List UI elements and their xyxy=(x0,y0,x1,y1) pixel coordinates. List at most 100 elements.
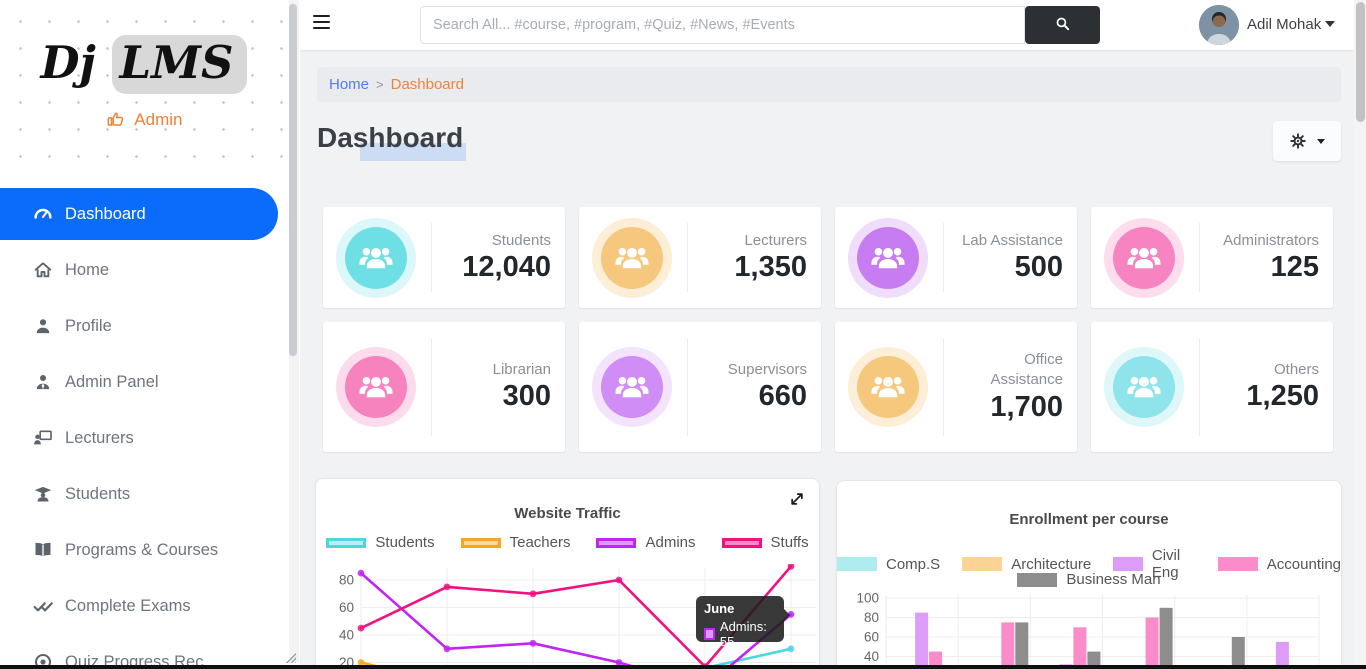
svg-text:40: 40 xyxy=(339,628,354,643)
sidebar-item-label: Home xyxy=(65,261,109,280)
sidebar: Dj LMS Admin Dashboard Home Profile Admin P… xyxy=(0,0,300,669)
legend-label: Admins xyxy=(645,534,695,551)
legend-item-comp-s[interactable]: Comp.S xyxy=(837,556,940,573)
line-chart-legend: Students Teachers Admins Stuffs xyxy=(316,534,819,551)
sidebar-item-label: Admin Panel xyxy=(65,373,159,392)
stat-label: Supervisors xyxy=(728,360,807,380)
legend-label: Architecture xyxy=(1011,556,1091,573)
legend-swatch xyxy=(1218,557,1258,571)
avatar-photo xyxy=(1199,5,1239,45)
sidebar-item-home[interactable]: Home xyxy=(0,242,288,298)
search-input[interactable] xyxy=(420,6,1025,44)
legend-swatch xyxy=(326,538,366,548)
sidebar-scrollbar-thumb[interactable] xyxy=(289,4,297,356)
legend-item-business-man[interactable]: Business Man xyxy=(1017,571,1160,588)
users-group-icon xyxy=(857,356,919,418)
user-tie-icon xyxy=(33,372,53,392)
stat-value: 500 xyxy=(1015,251,1063,284)
svg-text:60: 60 xyxy=(864,630,879,645)
logo-badge: LMS xyxy=(112,35,248,94)
page-scrollbar[interactable] xyxy=(1354,0,1366,669)
thumb-up-icon xyxy=(106,110,125,129)
sidebar-header: Dj LMS Admin xyxy=(0,0,288,180)
bar-chart-legend-row2: Business Man xyxy=(837,571,1341,588)
sidebar-nav: Dashboard Home Profile Admin Panel Lecturers… xyxy=(0,186,288,669)
sidebar-item-quiz-progress[interactable]: Quiz Progress Rec xyxy=(0,634,288,669)
sidebar-item-admin-panel[interactable]: Admin Panel xyxy=(0,354,288,410)
legend-item-accounting[interactable]: Accounting xyxy=(1218,556,1341,573)
sidebar-item-complete-exams[interactable]: Complete Exams xyxy=(0,578,288,634)
svg-text:60: 60 xyxy=(339,600,354,615)
stat-label: Students xyxy=(492,231,551,251)
legend-label: Accounting xyxy=(1267,556,1341,573)
stat-label: Others xyxy=(1274,360,1319,380)
user-menu-caret-icon[interactable] xyxy=(1325,21,1335,27)
sidebar-item-label: Lecturers xyxy=(65,429,134,448)
legend-label: Students xyxy=(375,534,434,551)
legend-swatch xyxy=(962,557,1002,571)
legend-item-teachers[interactable]: Teachers xyxy=(461,534,571,551)
sidebar-scrollbar[interactable] xyxy=(289,0,299,662)
gauge-icon xyxy=(33,204,53,224)
search-icon xyxy=(1054,15,1071,32)
sidebar-item-students[interactable]: Students xyxy=(0,466,288,522)
stat-value: 1,250 xyxy=(1246,380,1319,413)
breadcrumb-home-link[interactable]: Home xyxy=(329,76,369,93)
svg-text:40: 40 xyxy=(864,649,879,664)
sidebar-item-label: Dashboard xyxy=(65,205,146,224)
search-button[interactable] xyxy=(1025,6,1100,44)
sidebar-item-label: Programs & Courses xyxy=(65,541,218,560)
settings-caret-icon xyxy=(1317,139,1325,144)
stat-card-office-assistance: Office Assistance1,700 xyxy=(835,322,1077,452)
page-scrollbar-thumb[interactable] xyxy=(1356,2,1365,122)
legend-item-admins[interactable]: Admins xyxy=(596,534,695,551)
breadcrumb-current: Dashboard xyxy=(391,76,464,93)
legend-label: Business Man xyxy=(1066,571,1160,588)
users-group-icon xyxy=(1113,227,1175,289)
app-logo[interactable]: Dj LMS xyxy=(0,36,288,89)
sidebar-item-lecturers[interactable]: Lecturers xyxy=(0,410,288,466)
settings-dropdown-button[interactable] xyxy=(1273,121,1341,161)
sidebar-item-label: Profile xyxy=(65,317,112,336)
svg-text:80: 80 xyxy=(864,610,879,625)
stat-card-administrators: Administrators125 xyxy=(1091,207,1333,308)
legend-swatch xyxy=(1113,557,1143,571)
legend-item-students[interactable]: Students xyxy=(326,534,434,551)
chart-title: Website Traffic xyxy=(316,505,819,522)
gear-icon xyxy=(1289,132,1307,150)
stat-card-librarian: Librarian300 xyxy=(323,322,565,452)
stat-card-lab-assistance: Lab Assistance500 xyxy=(835,207,1077,308)
legend-item-stuffs[interactable]: Stuffs xyxy=(722,534,809,551)
legend-swatch xyxy=(1017,573,1057,587)
user-name[interactable]: Adil Mohak xyxy=(1247,16,1321,33)
graduate-icon xyxy=(33,484,53,504)
lms-dashboard-page: Dj LMS Admin Dashboard Home Profile Admin P… xyxy=(0,0,1366,669)
stat-card-others: Others1,250 xyxy=(1091,322,1333,452)
users-group-icon xyxy=(345,227,407,289)
users-group-icon xyxy=(1113,356,1175,418)
sidebar-item-dashboard[interactable]: Dashboard xyxy=(0,188,278,240)
legend-label: Teachers xyxy=(510,534,571,551)
breadcrumb-separator: > xyxy=(376,77,384,92)
stat-value: 1,700 xyxy=(990,391,1063,424)
svg-text:100: 100 xyxy=(856,591,879,606)
stat-card-supervisors: Supervisors660 xyxy=(579,322,821,452)
user-icon xyxy=(33,316,53,336)
users-group-icon xyxy=(345,356,407,418)
sidebar-item-profile[interactable]: Profile xyxy=(0,298,288,354)
role-text: Admin xyxy=(134,110,182,129)
legend-swatch xyxy=(461,538,501,548)
stat-label: Office Assistance xyxy=(968,350,1063,391)
legend-item-architecture[interactable]: Architecture xyxy=(962,556,1091,573)
sidebar-item-programs-courses[interactable]: Programs & Courses xyxy=(0,522,288,578)
chart-tooltip: June Admins: 55 xyxy=(696,596,784,642)
topbar: Adil Mohak xyxy=(300,0,1354,50)
chart-title: Enrollment per course xyxy=(837,511,1341,528)
logo-prefix: Dj xyxy=(41,36,96,89)
stat-value: 300 xyxy=(503,380,551,413)
user-avatar[interactable] xyxy=(1199,5,1239,45)
double-check-icon xyxy=(33,596,53,616)
enrollment-chart[interactable]: 100 80 60 40 xyxy=(837,591,1343,669)
website-traffic-card: Website Traffic StudentsTeachersAdminsSt… xyxy=(315,478,820,669)
hamburger-menu-icon[interactable] xyxy=(313,15,330,32)
